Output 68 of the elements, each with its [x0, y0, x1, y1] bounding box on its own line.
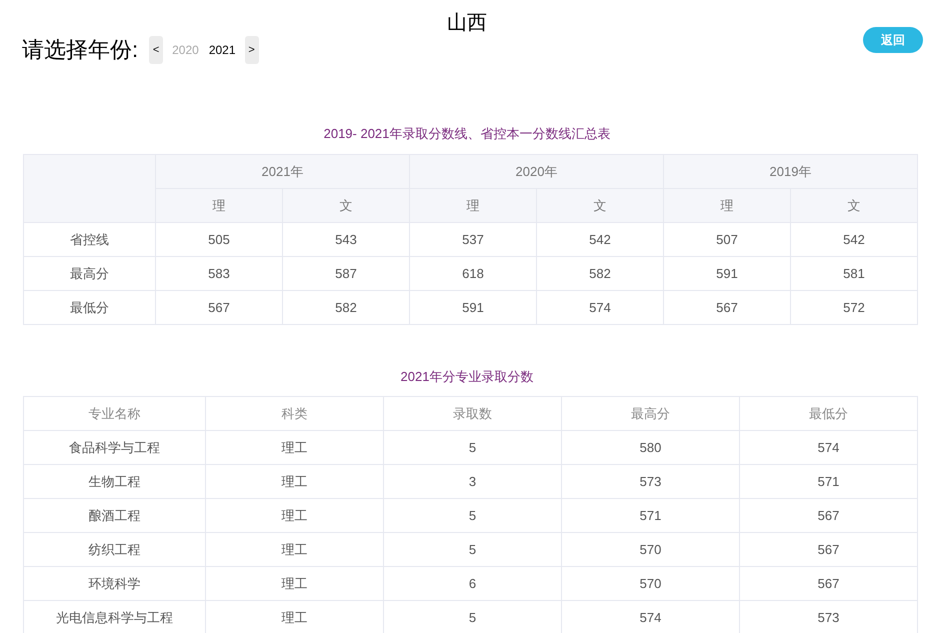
table-cell: 591	[410, 290, 536, 324]
header-cell: 理	[410, 188, 536, 222]
table-cell: 6	[384, 566, 562, 600]
table-cell: 理工	[206, 464, 384, 498]
previous-year-button[interactable]: <	[149, 36, 164, 64]
header-cell: 2020年	[410, 154, 664, 188]
table-cell: 542	[790, 222, 918, 256]
header-cell: 科类	[206, 396, 384, 430]
header-cell: 理	[664, 188, 790, 222]
table-cell: 理工	[206, 430, 384, 464]
table-cell: 505	[156, 222, 282, 256]
header-cell: 理	[156, 188, 282, 222]
region-title: 山西	[447, 12, 487, 34]
table-cell: 理工	[206, 566, 384, 600]
table-caption: 2021年分专业录取分数	[400, 368, 534, 386]
table-cell: 543	[282, 222, 410, 256]
table-cell: 食品科学与工程	[24, 430, 206, 464]
table-cell: 环境科学	[24, 566, 206, 600]
table-cell: 5	[384, 532, 562, 566]
table-cell: 574	[536, 290, 664, 324]
header-cell: 专业名称	[24, 396, 206, 430]
table-cell: 582	[282, 290, 410, 324]
table-cell: 5	[384, 498, 562, 532]
table-cell: 573	[562, 464, 740, 498]
header-cell: 2021年	[156, 154, 410, 188]
year-picker-label: 请选择年份:	[22, 36, 138, 64]
table-cell: 580	[562, 430, 740, 464]
table-cell: 生物工程	[24, 464, 206, 498]
header-cell: 文	[282, 188, 410, 222]
table-cell: 618	[410, 256, 536, 290]
table-cell: 3	[384, 464, 562, 498]
table-cell: 591	[664, 256, 790, 290]
table-cell: 光电信息科学与工程	[24, 600, 206, 633]
table-cell: 581	[790, 256, 918, 290]
table-cell: 最低分	[24, 290, 156, 324]
table-cell: 最高分	[24, 256, 156, 290]
table-cell: 587	[282, 256, 410, 290]
table-caption: 2019- 2021年录取分数线、省控本一分数线汇总表	[324, 125, 610, 144]
next-year-button[interactable]: >	[244, 36, 259, 64]
table-cell: 537	[410, 222, 536, 256]
table-cell: 572	[790, 290, 918, 324]
table-cell: 567	[664, 290, 790, 324]
table-cell: 5	[384, 430, 562, 464]
table-cell: 574	[740, 430, 918, 464]
table-cell: 567	[740, 532, 918, 566]
table-cell: 567	[740, 566, 918, 600]
table-cell: 571	[562, 498, 740, 532]
table-cell: 571	[740, 464, 918, 498]
table-cell: 理工	[206, 532, 384, 566]
table-cell: 567	[740, 498, 918, 532]
year-option[interactable]: 2021	[208, 41, 236, 59]
header-cell: 最低分	[740, 396, 918, 430]
table-cell: 567	[156, 290, 282, 324]
table-cell: 纺织工程	[24, 532, 206, 566]
table-cell: 542	[536, 222, 664, 256]
table-cell: 507	[664, 222, 790, 256]
table-cell: 582	[536, 256, 664, 290]
table-cell: 省控线	[24, 222, 156, 256]
table-cell: 理工	[206, 498, 384, 532]
header-cell: 文	[790, 188, 918, 222]
header-cell: 文	[536, 188, 664, 222]
header-cell: 2019年	[664, 154, 918, 188]
header-cell: 最高分	[562, 396, 740, 430]
table-cell: 570	[562, 532, 740, 566]
table-cell: 583	[156, 256, 282, 290]
table-cell: 570	[562, 566, 740, 600]
table-cell: 酿酒工程	[24, 498, 206, 532]
header-cell: 录取数	[384, 396, 562, 430]
